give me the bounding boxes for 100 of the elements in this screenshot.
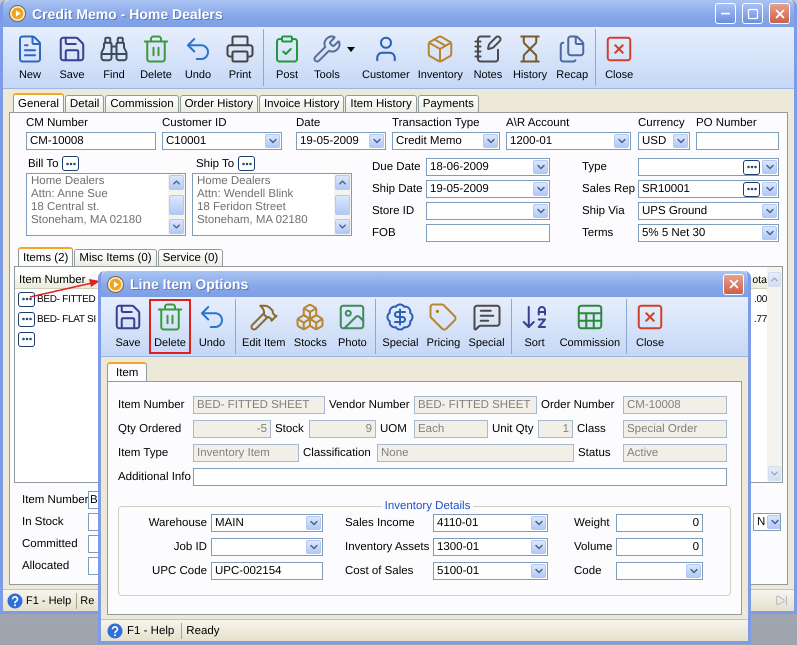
minimize-button[interactable]: [715, 3, 736, 24]
dropdown-field[interactable]: [616, 562, 703, 580]
lookup-field[interactable]: [638, 158, 779, 176]
toolbar-button[interactable]: Undo: [177, 29, 219, 86]
field-label: Committed: [22, 538, 79, 550]
tab[interactable]: Order History: [180, 95, 258, 112]
input-field[interactable]: [88, 535, 98, 553]
toolbar-button[interactable]: Tools: [308, 29, 358, 86]
field-label: Ship Date: [372, 183, 424, 195]
address-box[interactable]: Home Dealers Attn: Anne Sue 18 Central st. Stoneham, MA 02180: [26, 173, 186, 236]
toolbar-button[interactable]: Special: [378, 299, 422, 354]
field-label: Cost of Sales: [345, 565, 414, 577]
tab[interactable]: Commission: [105, 95, 179, 112]
toolbar-button[interactable]: Undo: [191, 299, 233, 354]
tab[interactable]: Detail: [64, 95, 104, 112]
field-label: Classification: [302, 447, 372, 459]
address-box[interactable]: Home Dealers Attn: Wendell Blink 18 Feridon Street Stoneham, MA 02180: [192, 173, 352, 236]
tab[interactable]: General: [13, 93, 64, 112]
dropdown-field[interactable]: C10001: [162, 132, 282, 150]
dropdown-field[interactable]: 1200-01: [506, 132, 631, 150]
binoculars-icon: [99, 34, 129, 64]
boxes-icon: [295, 302, 326, 332]
input-field[interactable]: B: [88, 491, 98, 509]
input-field[interactable]: [88, 513, 98, 531]
input-field[interactable]: 0: [616, 514, 703, 532]
toolbar-button[interactable]: Sort: [514, 299, 556, 354]
field-label: UPC Code: [151, 565, 208, 577]
tab[interactable]: Service (0): [158, 249, 224, 266]
toolbar-button[interactable]: Special: [464, 299, 509, 354]
toolbar-button[interactable]: History: [508, 29, 552, 86]
read-only-field: 1: [538, 420, 573, 438]
dropdown-field[interactable]: UPS Ground: [638, 202, 779, 220]
toolbar-button[interactable]: Save: [51, 29, 93, 86]
input-field[interactable]: [426, 224, 550, 242]
field-label: Order Number: [540, 399, 616, 411]
input-field[interactable]: CM-10008: [26, 132, 156, 150]
table-cell: .77: [754, 314, 767, 324]
field-label: Terms: [582, 227, 614, 239]
scrollbar[interactable]: [767, 267, 782, 482]
row-lookup-button[interactable]: [18, 292, 35, 306]
dropdown-field[interactable]: N: [753, 513, 781, 531]
toolbar-button[interactable]: Commission: [556, 299, 624, 354]
dropdown-field[interactable]: 5100-01: [433, 562, 548, 580]
toolbar-button[interactable]: Edit Item: [238, 299, 290, 354]
tab[interactable]: Item: [107, 362, 148, 381]
input-field[interactable]: [88, 557, 98, 575]
lookup-button[interactable]: [62, 156, 80, 171]
lookup-button[interactable]: [743, 182, 760, 196]
tab[interactable]: Misc Items (0): [74, 249, 157, 266]
input-field[interactable]: UPC-002154: [211, 562, 323, 580]
dropdown-field[interactable]: 19-05-2009: [296, 132, 386, 150]
lookup-field[interactable]: SR10001: [638, 180, 779, 198]
toolbar-button[interactable]: Recap: [551, 29, 594, 86]
dropdown-field[interactable]: [426, 202, 550, 220]
row-lookup-button[interactable]: [18, 312, 35, 326]
row-lookup-button[interactable]: [18, 332, 35, 346]
input-field[interactable]: [193, 468, 727, 486]
close-button[interactable]: [769, 3, 790, 24]
field-label: A\R Account: [506, 117, 570, 129]
dropdown-field[interactable]: 1300-01: [433, 538, 548, 556]
toolbar-button[interactable]: Delete: [149, 299, 191, 354]
close-button[interactable]: [723, 274, 744, 294]
input-field[interactable]: 0: [616, 538, 703, 556]
toolbar-button[interactable]: Print: [219, 29, 261, 86]
toolbar-button[interactable]: Close: [629, 299, 672, 354]
input-field[interactable]: [696, 132, 779, 150]
tab[interactable]: Items (2): [18, 247, 74, 266]
toolbar-button[interactable]: Notes: [466, 29, 509, 86]
dropdown-field[interactable]: 19-05-2009: [426, 180, 550, 198]
dropdown-field[interactable]: MAIN: [211, 514, 323, 532]
read-only-field: Each: [414, 420, 488, 438]
toolbar-button[interactable]: Close: [598, 29, 640, 86]
toolbar-button[interactable]: Customer: [358, 29, 414, 86]
tab[interactable]: Invoice History: [258, 95, 344, 112]
dropdown-field[interactable]: 18-06-2009: [426, 158, 550, 176]
toolbar-button[interactable]: Find: [93, 29, 135, 86]
field-label: CM Number: [26, 117, 89, 129]
tab[interactable]: Payments: [418, 95, 479, 112]
toolbar-button[interactable]: Delete: [135, 29, 177, 86]
dropdown-field[interactable]: [211, 538, 323, 556]
lookup-button[interactable]: [238, 156, 256, 171]
dropdown-field[interactable]: Credit Memo: [392, 132, 500, 150]
toolbar-button[interactable]: Photo: [331, 299, 374, 354]
tab[interactable]: Item History: [345, 95, 417, 112]
close-icon: [726, 277, 740, 291]
dropdown-field[interactable]: 4110-01: [433, 514, 548, 532]
dropdown-field[interactable]: 5% 5 Net 30: [638, 224, 779, 242]
table-cell: BED- FITTED: [37, 294, 96, 304]
toolbar-button[interactable]: Save: [107, 299, 149, 354]
maximize-button[interactable]: [742, 3, 763, 24]
lookup-button[interactable]: [743, 160, 760, 174]
toolbar-button[interactable]: Post: [266, 29, 308, 86]
toolbar-button[interactable]: New: [9, 29, 51, 86]
scrollbar[interactable]: [168, 174, 185, 235]
scrollbar[interactable]: [334, 174, 351, 235]
toolbar-button[interactable]: Stocks: [289, 299, 332, 354]
toolbar-button[interactable]: Pricing: [422, 299, 464, 354]
toolbar-button[interactable]: Inventory: [414, 29, 467, 86]
field-label: PO Number: [696, 117, 758, 129]
dropdown-field[interactable]: USD: [638, 132, 690, 150]
